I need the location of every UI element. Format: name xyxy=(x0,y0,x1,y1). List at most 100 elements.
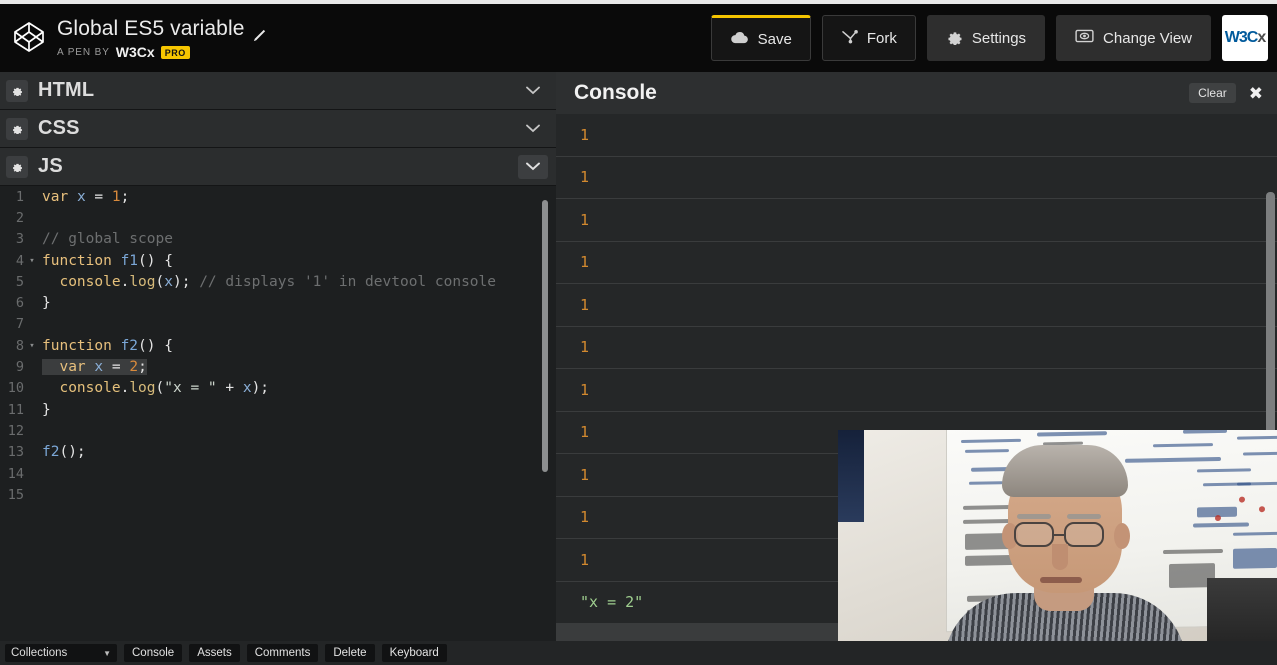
console-title: Console xyxy=(574,81,657,104)
codepen-editor-window: Global ES5 variable A PEN BY W3Cx PRO Sa… xyxy=(0,0,1277,665)
console-log-value: 1 xyxy=(580,508,590,527)
bottom-toolbar: Collections ▼ Console Assets Comments Delet… xyxy=(0,641,1277,665)
bottom-button-assets[interactable]: Assets xyxy=(189,644,240,662)
code-line[interactable]: 4 ▾ function f1() { xyxy=(0,250,556,271)
cloud-icon xyxy=(730,31,749,48)
line-number: 14 xyxy=(7,465,24,482)
code-text: var x = 1; xyxy=(42,188,130,205)
panel-header-css[interactable]: CSS xyxy=(0,110,556,148)
console-log-value: "x = 2" xyxy=(580,593,644,612)
line-number: 5 xyxy=(15,273,24,290)
byline-prefix: A PEN BY xyxy=(57,46,110,58)
codepen-logo-icon[interactable] xyxy=(12,20,46,54)
code-line[interactable]: 2 xyxy=(0,207,556,228)
console-log-value: 1 xyxy=(580,423,590,442)
panel-title-css: CSS xyxy=(38,117,80,139)
code-line[interactable]: 6} xyxy=(0,292,556,313)
console-log-row: 1 xyxy=(556,199,1277,242)
line-number: 8 xyxy=(15,337,24,354)
bottom-button-delete[interactable]: Delete xyxy=(325,644,375,662)
line-number: 11 xyxy=(7,401,24,418)
code-line[interactable]: 13 f2(); xyxy=(0,442,556,463)
save-button[interactable]: Save xyxy=(710,15,811,61)
line-number: 4 xyxy=(15,252,24,269)
webcam-video-overlay[interactable] xyxy=(838,430,1277,665)
line-number: 9 xyxy=(15,359,24,376)
console-log-value: 1 xyxy=(580,380,590,399)
code-line[interactable]: 9 var x = 2; xyxy=(0,356,556,377)
line-number: 3 xyxy=(15,231,24,248)
save-button-label: Save xyxy=(757,30,792,48)
code-text: } xyxy=(42,295,51,312)
settings-button[interactable]: Settings xyxy=(926,15,1046,61)
gear-icon xyxy=(946,28,963,49)
panel-header-js[interactable]: JS xyxy=(0,148,556,186)
gear-icon[interactable] xyxy=(6,155,28,178)
code-line[interactable]: 11} xyxy=(0,399,556,420)
app-header: Global ES5 variable A PEN BY W3Cx PRO Sa… xyxy=(0,4,1277,72)
close-icon[interactable]: ✖ xyxy=(1243,85,1269,102)
console-log-value: 1 xyxy=(580,210,590,229)
pencil-icon[interactable] xyxy=(252,24,267,41)
gear-icon[interactable] xyxy=(6,79,28,102)
code-line[interactable]: 10 console.log("x = " + x); xyxy=(0,378,556,399)
code-line[interactable]: 5 console.log(x); // displays '1' in dev… xyxy=(0,271,556,292)
console-header-actions: Clear ✖ xyxy=(1189,83,1269,103)
eye-in-box-icon xyxy=(1075,29,1094,47)
avatar-text-primary: W3C xyxy=(1224,29,1259,46)
fork-button-label: Fork xyxy=(866,29,897,47)
bottom-button-keyboard[interactable]: Keyboard xyxy=(381,644,447,662)
editor-scrollbar[interactable] xyxy=(542,200,548,472)
chevron-down-icon[interactable] xyxy=(518,79,548,103)
code-line[interactable]: 8 ▾ function f2() { xyxy=(0,335,556,356)
console-log-value: 1 xyxy=(580,253,590,272)
pen-title-text: Global ES5 variable xyxy=(57,17,245,40)
header-actions: Save Fork Settings Change View W3C x xyxy=(710,15,1277,61)
code-text: console.log("x = " + x); xyxy=(59,380,270,397)
clear-console-button[interactable]: Clear xyxy=(1189,83,1236,103)
code-line[interactable]: 14 xyxy=(0,463,556,484)
code-text: function f2() { xyxy=(42,337,173,354)
line-number: 7 xyxy=(15,316,24,333)
caret-down-icon: ▼ xyxy=(103,648,111,658)
avatar[interactable]: W3C x xyxy=(1222,15,1268,61)
code-line[interactable]: 12 xyxy=(0,420,556,441)
pen-author[interactable]: W3Cx xyxy=(116,44,155,60)
line-number: 6 xyxy=(15,295,24,312)
line-number: 10 xyxy=(7,380,24,397)
fold-toggle-icon[interactable]: ▾ xyxy=(26,341,38,351)
code-text: console.log(x); // displays '1' in devto… xyxy=(59,273,496,290)
console-log-value: 1 xyxy=(580,338,590,357)
chevron-down-icon[interactable] xyxy=(518,117,548,141)
chevron-down-icon[interactable] xyxy=(518,154,548,179)
code-text: // global scope xyxy=(42,231,173,248)
pen-byline: A PEN BY W3Cx PRO xyxy=(57,44,267,60)
fork-button[interactable]: Fork xyxy=(821,15,916,61)
change-view-button[interactable]: Change View xyxy=(1056,15,1211,61)
fold-toggle-icon[interactable]: ▾ xyxy=(26,256,38,266)
gear-icon[interactable] xyxy=(6,117,28,140)
js-code-editor[interactable]: 1 var x = 1; 2 3// global scope 4 ▾ function f… xyxy=(0,186,556,641)
console-log-value: 1 xyxy=(580,465,590,484)
code-line[interactable]: 7 xyxy=(0,314,556,335)
console-log-value: 1 xyxy=(580,295,590,314)
console-log-row: 1 xyxy=(556,156,1277,199)
panel-title-html: HTML xyxy=(38,79,95,101)
collections-label: Collections xyxy=(11,647,68,659)
line-number: 2 xyxy=(15,209,24,226)
settings-button-label: Settings xyxy=(971,29,1027,47)
code-line[interactable]: 3 // global scope xyxy=(0,229,556,250)
code-line[interactable]: 15 xyxy=(0,484,556,505)
line-number: 12 xyxy=(7,422,24,439)
fork-icon xyxy=(841,29,858,48)
editor-column: HTML CSS JS 1 var x = 1; 2 3// global sc… xyxy=(0,72,556,641)
line-number: 1 xyxy=(15,188,24,205)
collections-dropdown[interactable]: Collections ▼ xyxy=(5,644,117,662)
console-log-row: 1 xyxy=(556,369,1277,412)
code-text: } xyxy=(42,401,51,418)
console-log-row: 1 xyxy=(556,241,1277,284)
bottom-button-console[interactable]: Console xyxy=(124,644,183,662)
panel-header-html[interactable]: HTML xyxy=(0,72,556,110)
bottom-button-comments[interactable]: Comments xyxy=(246,644,319,662)
code-line[interactable]: 1 var x = 1; xyxy=(0,186,556,207)
